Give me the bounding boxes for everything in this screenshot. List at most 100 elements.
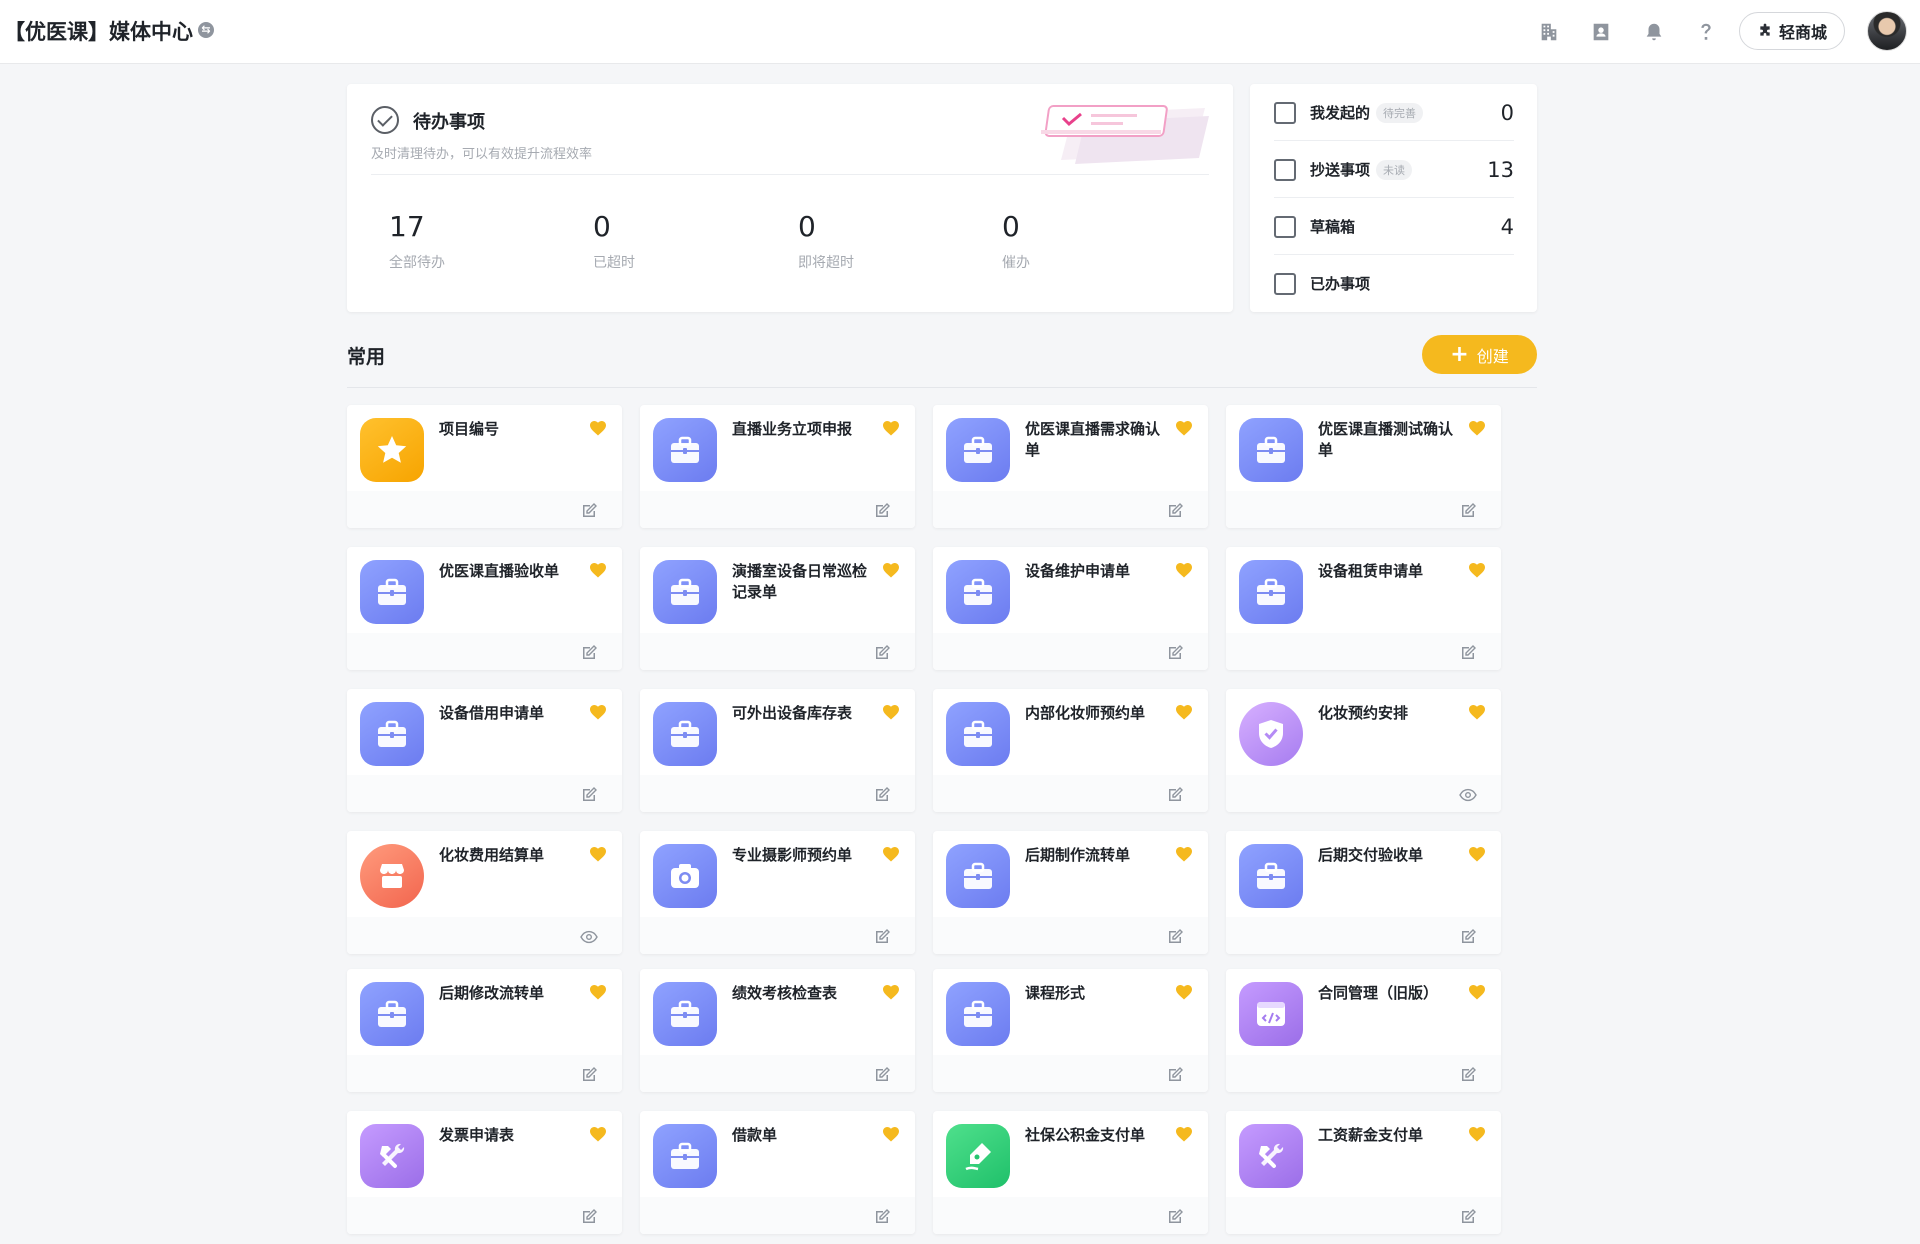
heart-icon[interactable] bbox=[1175, 1126, 1193, 1142]
create-button[interactable]: + 创建 bbox=[1422, 335, 1537, 374]
edit-icon[interactable] bbox=[580, 786, 598, 804]
app-tile[interactable]: 后期制作流转单 bbox=[933, 831, 1208, 954]
edit-icon[interactable] bbox=[580, 644, 598, 662]
edit-icon[interactable] bbox=[580, 502, 598, 520]
heart-icon[interactable] bbox=[882, 984, 900, 1000]
heart-icon[interactable] bbox=[1468, 984, 1486, 1000]
edit-icon[interactable] bbox=[873, 786, 891, 804]
side-item-badge: 未读 bbox=[1376, 159, 1413, 180]
contacts-icon[interactable] bbox=[1588, 19, 1614, 45]
app-tile[interactable]: 直播业务立项申报 bbox=[640, 405, 915, 528]
app-tile[interactable]: 发票申请表 bbox=[347, 1111, 622, 1234]
stat-label: 全部待办 bbox=[389, 255, 445, 271]
edit-icon[interactable] bbox=[873, 1066, 891, 1084]
app-tile[interactable]: 可外出设备库存表 bbox=[640, 689, 915, 812]
heart-icon[interactable] bbox=[1468, 1126, 1486, 1142]
eye-icon[interactable] bbox=[580, 928, 598, 946]
edit-icon[interactable] bbox=[1459, 502, 1477, 520]
app-tile[interactable]: 内部化妆师预约单 bbox=[933, 689, 1208, 812]
side-item-label: 草稿箱 bbox=[1310, 218, 1356, 236]
app-tile[interactable]: 项目编号 bbox=[347, 405, 622, 528]
app-tile[interactable]: 演播室设备日常巡检记录单 bbox=[640, 547, 915, 670]
eye-icon[interactable] bbox=[1459, 786, 1477, 804]
heart-icon[interactable] bbox=[882, 846, 900, 862]
heart-icon[interactable] bbox=[1175, 420, 1193, 436]
switch-icon[interactable]: ⇆ bbox=[198, 22, 214, 38]
edit-icon[interactable] bbox=[873, 928, 891, 946]
mall-button[interactable]: 轻商城 bbox=[1739, 12, 1845, 50]
heart-icon[interactable] bbox=[882, 562, 900, 578]
edit-icon[interactable] bbox=[1166, 644, 1184, 662]
edit-icon[interactable] bbox=[873, 1208, 891, 1226]
help-icon[interactable] bbox=[1693, 19, 1719, 45]
side-item-cc[interactable]: 抄送事项 未读 13 bbox=[1274, 141, 1514, 198]
edit-icon[interactable] bbox=[1459, 928, 1477, 946]
stat-overdue[interactable]: 0 已超时 bbox=[593, 210, 773, 272]
app-tile[interactable]: 设备维护申请单 bbox=[933, 547, 1208, 670]
heart-icon[interactable] bbox=[589, 562, 607, 578]
heart-icon[interactable] bbox=[589, 420, 607, 436]
side-item-done[interactable]: 已办事项 bbox=[1274, 255, 1514, 312]
edit-icon[interactable] bbox=[1166, 928, 1184, 946]
app-tile[interactable]: 设备租赁申请单 bbox=[1226, 547, 1501, 670]
stat-urged[interactable]: 0 催办 bbox=[1002, 210, 1182, 272]
heart-icon[interactable] bbox=[1175, 846, 1193, 862]
todo-illustration-icon bbox=[1041, 105, 1209, 164]
avatar[interactable] bbox=[1867, 11, 1907, 51]
heart-icon[interactable] bbox=[589, 846, 607, 862]
side-item-drafts[interactable]: 草稿箱 4 bbox=[1274, 198, 1514, 255]
edit-icon[interactable] bbox=[873, 644, 891, 662]
plus-icon: + bbox=[1450, 341, 1469, 367]
app-tile[interactable]: 绩效考核检查表 bbox=[640, 969, 915, 1092]
heart-icon[interactable] bbox=[882, 704, 900, 720]
heart-icon[interactable] bbox=[1175, 704, 1193, 720]
app-tile[interactable]: 设备借用申请单 bbox=[347, 689, 622, 812]
side-card: 我发起的 待完善 0 抄送事项 未读 13 草稿箱 4 已办事项 bbox=[1250, 84, 1537, 312]
heart-icon[interactable] bbox=[882, 1126, 900, 1142]
side-item-initiated[interactable]: 我发起的 待完善 0 bbox=[1274, 84, 1514, 141]
edit-icon[interactable] bbox=[1166, 786, 1184, 804]
bell-icon[interactable] bbox=[1641, 19, 1667, 45]
edit-icon[interactable] bbox=[1166, 502, 1184, 520]
edit-icon[interactable] bbox=[1459, 1066, 1477, 1084]
edit-icon[interactable] bbox=[580, 1066, 598, 1084]
stat-value: 17 bbox=[389, 210, 425, 243]
app-tile-name: 后期制作流转单 bbox=[1025, 846, 1131, 864]
app-tile-name: 专业摄影师预约单 bbox=[732, 846, 853, 864]
heart-icon[interactable] bbox=[1468, 420, 1486, 436]
edit-icon[interactable] bbox=[1166, 1066, 1184, 1084]
edit-icon[interactable] bbox=[1459, 644, 1477, 662]
heart-icon[interactable] bbox=[1468, 846, 1486, 862]
stat-all[interactable]: 17 全部待办 bbox=[389, 210, 569, 272]
heart-icon[interactable] bbox=[1468, 562, 1486, 578]
heart-icon[interactable] bbox=[1468, 704, 1486, 720]
stat-label: 已超时 bbox=[593, 255, 635, 271]
heart-icon[interactable] bbox=[589, 1126, 607, 1142]
app-tile[interactable]: 借款单 bbox=[640, 1111, 915, 1234]
app-tile[interactable]: 优医课直播验收单 bbox=[347, 547, 622, 670]
heart-icon[interactable] bbox=[589, 984, 607, 1000]
app-tile[interactable]: 优医课直播需求确认单 bbox=[933, 405, 1208, 528]
app-tile[interactable]: 化妆费用结算单 bbox=[347, 831, 622, 954]
app-tile[interactable]: 合同管理（旧版） bbox=[1226, 969, 1501, 1092]
heart-icon[interactable] bbox=[882, 420, 900, 436]
edit-icon[interactable] bbox=[1459, 1208, 1477, 1226]
heart-icon[interactable] bbox=[1175, 562, 1193, 578]
app-tile[interactable]: 专业摄影师预约单 bbox=[640, 831, 915, 954]
app-tile[interactable]: 化妆预约安排 bbox=[1226, 689, 1501, 812]
heart-icon[interactable] bbox=[589, 704, 607, 720]
edit-icon[interactable] bbox=[1166, 1208, 1184, 1226]
tools-icon bbox=[1239, 1124, 1303, 1188]
stat-due-soon[interactable]: 0 即将超时 bbox=[798, 210, 978, 272]
app-tile[interactable]: 后期交付验收单 bbox=[1226, 831, 1501, 954]
app-tile[interactable]: 课程形式 bbox=[933, 969, 1208, 1092]
app-tile[interactable]: 优医课直播测试确认单 bbox=[1226, 405, 1501, 528]
building-icon[interactable] bbox=[1536, 19, 1562, 45]
app-tile[interactable]: 社保公积金支付单 bbox=[933, 1111, 1208, 1234]
heart-icon[interactable] bbox=[1175, 984, 1193, 1000]
edit-icon[interactable] bbox=[873, 502, 891, 520]
app-tile[interactable]: 后期修改流转单 bbox=[347, 969, 622, 1092]
app-tile[interactable]: 工资薪金支付单 bbox=[1226, 1111, 1501, 1234]
draft-icon bbox=[1274, 215, 1296, 238]
edit-icon[interactable] bbox=[580, 1208, 598, 1226]
